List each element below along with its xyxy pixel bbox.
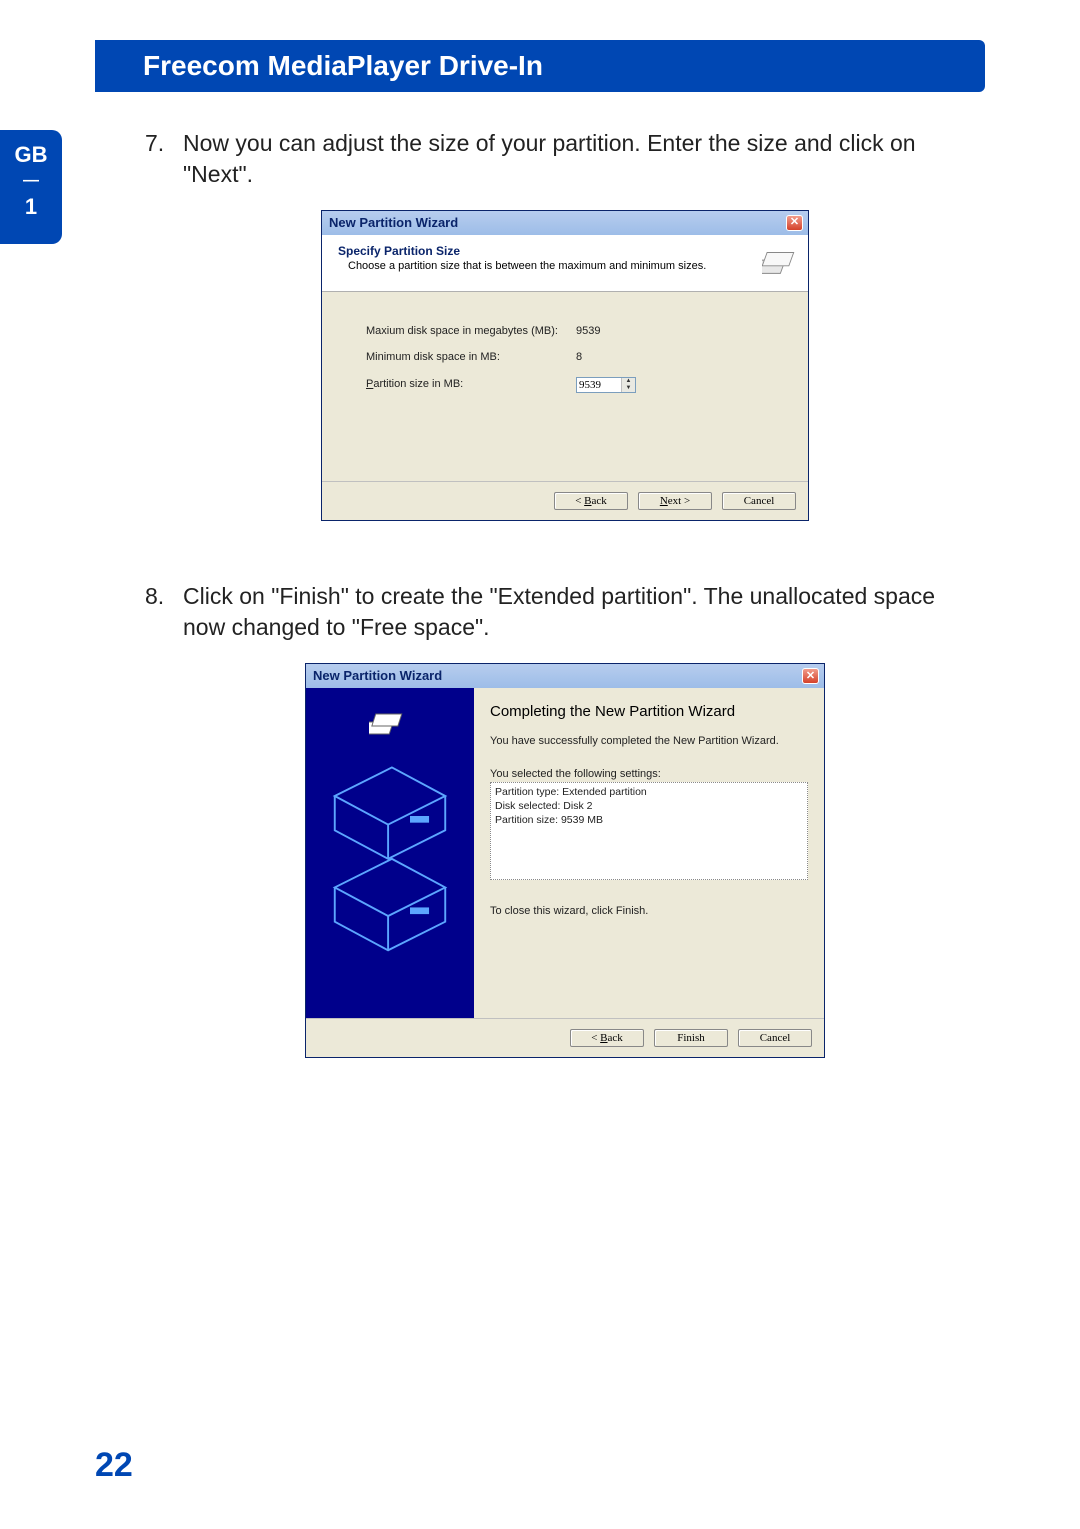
disk-icon [369, 704, 411, 746]
closing-instruction: To close this wizard, click Finish. [490, 904, 808, 919]
content-area: 7. Now you can adjust the size of your p… [95, 92, 985, 1058]
partition-size-dialog: New Partition Wizard ✕ Specify Partition… [321, 210, 809, 521]
dialog2-button-row: < Back Finish Cancel [306, 1018, 824, 1057]
dialog2-title: New Partition Wizard [313, 667, 442, 685]
finish-button[interactable]: Finish [654, 1029, 728, 1047]
dialog1-body: Maxium disk space in megabytes (MB): 953… [322, 292, 808, 482]
step-8: 8. Click on "Finish" to create the "Exte… [145, 581, 985, 643]
step-8-number: 8. [145, 581, 183, 643]
settings-line-2: Disk selected: Disk 2 [495, 799, 803, 813]
chevron-down-icon[interactable]: ▼ [622, 385, 635, 392]
min-size-label: Minimum disk space in MB: [366, 350, 576, 365]
next-button[interactable]: Next > [638, 492, 712, 510]
dialog1-header: Specify Partition Size Choose a partitio… [322, 235, 808, 292]
side-region-tab: GB — 1 [0, 130, 62, 244]
step-7-text: Now you can adjust the size of your part… [183, 128, 975, 190]
completion-message: You have successfully completed the New … [490, 734, 808, 749]
region-code: GB [0, 142, 62, 168]
completion-dialog: New Partition Wizard ✕ [305, 663, 825, 1058]
settings-summary-box: Partition type: Extended partition Disk … [490, 782, 808, 880]
dialog2-titlebar: New Partition Wizard ✕ [306, 664, 824, 688]
close-icon[interactable]: ✕ [786, 215, 803, 231]
partition-size-spinner[interactable]: ▲ ▼ [576, 377, 636, 393]
page-number: 22 [95, 1446, 133, 1485]
side-separator: — [0, 172, 62, 190]
max-size-label: Maxium disk space in megabytes (MB): [366, 324, 576, 339]
step-8-text: Click on "Finish" to create the "Extende… [183, 581, 975, 643]
dialog1-header-subtitle: Choose a partition size that is between … [338, 259, 706, 274]
step-7-number: 7. [145, 128, 183, 190]
dialog1-titlebar: New Partition Wizard ✕ [322, 211, 808, 235]
document-header: Freecom MediaPlayer Drive-In [95, 40, 985, 92]
disk-icon [762, 243, 800, 281]
drive-illustration-icon [322, 756, 458, 848]
chevron-up-icon[interactable]: ▲ [622, 378, 635, 385]
partition-size-label: PPartition size in MB:artition size in M… [366, 377, 576, 393]
wizard-sidebar [306, 688, 474, 1018]
chapter-number: 1 [0, 194, 62, 220]
step-7: 7. Now you can adjust the size of your p… [145, 128, 985, 190]
dialog2-main: Completing the New Partition Wizard You … [474, 688, 824, 1018]
back-button[interactable]: < Back [570, 1029, 644, 1047]
min-size-value: 8 [576, 350, 582, 365]
settings-intro: You selected the following settings: [490, 767, 808, 782]
spinner-arrows[interactable]: ▲ ▼ [621, 378, 635, 392]
header-title: Freecom MediaPlayer Drive-In [143, 50, 543, 81]
completion-heading: Completing the New Partition Wizard [490, 702, 808, 722]
cancel-button[interactable]: Cancel [722, 492, 796, 510]
max-size-value: 9539 [576, 324, 600, 339]
dialog1-header-title: Specify Partition Size [338, 243, 706, 259]
dialog1-button-row: < Back Next > Cancel [322, 481, 808, 520]
dialog1-title: New Partition Wizard [329, 214, 458, 232]
cancel-button[interactable]: Cancel [738, 1029, 812, 1047]
settings-line-1: Partition type: Extended partition [495, 785, 803, 799]
partition-size-input[interactable] [577, 378, 621, 392]
close-icon[interactable]: ✕ [802, 668, 819, 684]
back-button[interactable]: < Back [554, 492, 628, 510]
settings-line-3: Partition size: 9539 MB [495, 813, 803, 827]
